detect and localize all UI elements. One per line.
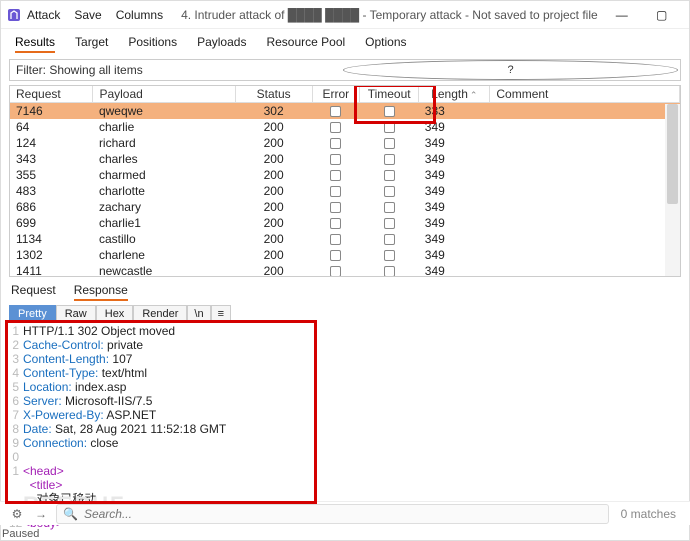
tab-payloads[interactable]: Payloads [197,33,246,53]
code-line: 1HTTP/1.1 302 Object moved [9,324,681,338]
code-line: 9Connection: close [9,436,681,450]
tab-options[interactable]: Options [365,33,406,53]
col-length[interactable]: Length⌃ [419,86,490,103]
timeout-checkbox [384,234,395,245]
close-button[interactable]: ✕ [684,4,690,26]
col-status[interactable]: Status [235,86,312,103]
tab-results[interactable]: Results [15,33,55,53]
code-line: 4Content-Type: text/html [9,366,681,380]
filter-bar[interactable]: Filter: Showing all items ? [9,59,681,81]
table-row[interactable]: 64charlie200349 [10,119,680,135]
respview-pretty[interactable]: Pretty [9,305,56,322]
timeout-checkbox [384,106,395,117]
error-checkbox [330,266,341,277]
response-panel: REEBUF 1HTTP/1.1 302 Object moved2Cache-… [9,322,681,530]
col-comment[interactable]: Comment [490,86,680,103]
col-request[interactable]: Request [10,86,93,103]
col-payload[interactable]: Payload [93,86,235,103]
detail-tabs: Request Response [1,277,689,301]
table-row[interactable]: 124richard200349 [10,135,680,151]
menu-attack[interactable]: Attack [27,8,60,22]
error-checkbox [330,138,341,149]
match-count: 0 matches [615,507,682,521]
code-line: 2Cache-Control: private [9,338,681,352]
titlebar: Attack Save Columns 4. Intruder attack o… [1,1,689,29]
window-controls: — ▢ ✕ [604,4,690,26]
app-icon [7,7,21,23]
error-checkbox [330,234,341,245]
table-row[interactable]: 1411newcastle200349 [10,263,680,277]
table-row[interactable]: 699charlie1200349 [10,215,680,231]
minimize-button[interactable]: — [604,4,640,26]
col-timeout[interactable]: Timeout [360,86,419,103]
timeout-checkbox [384,154,395,165]
code-line: 8Date: Sat, 28 Aug 2021 11:52:18 GMT [9,422,681,436]
maximize-button[interactable]: ▢ [644,4,680,26]
table-row[interactable]: 483charlotte200349 [10,183,680,199]
table-row[interactable]: 1134castillo200349 [10,231,680,247]
respview-menu[interactable]: ≡ [211,305,231,322]
code-line: 6Server: Microsoft-IIS/7.5 [9,394,681,408]
tab-positions[interactable]: Positions [128,33,177,53]
window-title: 4. Intruder attack of ████ ████ - Tempor… [181,8,598,22]
menu-bar: Attack Save Columns [27,8,163,22]
menu-columns[interactable]: Columns [116,8,163,22]
search-box[interactable]: 🔍 [56,504,609,524]
respview-render[interactable]: Render [133,305,187,322]
timeout-checkbox [384,186,395,197]
table-row[interactable]: 343charles200349 [10,151,680,167]
respview-raw[interactable]: Raw [56,305,96,322]
timeout-checkbox [384,170,395,181]
timeout-checkbox [384,218,395,229]
filter-text: Filter: Showing all items [10,63,343,77]
error-checkbox [330,218,341,229]
code-line: 5Location: index.asp [9,380,681,394]
main-tabs: Results Target Positions Payloads Resource P… [1,29,689,53]
timeout-checkbox [384,202,395,213]
status-bar: ⚙ → 🔍 0 matches [0,501,690,525]
error-checkbox [330,122,341,133]
results-grid: RequestPayloadStatusErrorTimeoutLength⌃C… [9,85,681,277]
response-view-buttons: PrettyRawHexRender\n≡ [1,301,689,322]
code-line: <title> [9,478,681,492]
table-row[interactable]: 7146qweqwe302333 [10,103,680,120]
help-icon[interactable]: ? [343,60,678,80]
respview-newline[interactable]: \n [187,305,210,322]
subtab-request[interactable]: Request [11,283,56,301]
paused-label: Paused [2,528,39,540]
error-checkbox [330,170,341,181]
settings-gear-icon[interactable]: ⚙ [8,505,26,523]
tab-target[interactable]: Target [75,33,108,53]
table-row[interactable]: 1302charlene200349 [10,247,680,263]
error-checkbox [330,106,341,117]
search-input[interactable] [84,507,602,521]
search-icon: 🔍 [63,507,78,521]
code-line: 7X-Powered-By: ASP.NET [9,408,681,422]
error-checkbox [330,186,341,197]
response-code[interactable]: 1HTTP/1.1 302 Object moved2Cache-Control… [9,322,681,502]
tab-resource-pool[interactable]: Resource Pool [266,33,345,53]
timeout-checkbox [384,122,395,133]
timeout-checkbox [384,266,395,277]
code-line: 1<head> [9,464,681,478]
go-arrow-icon[interactable]: → [32,505,50,523]
error-checkbox [330,154,341,165]
grid-header-row: RequestPayloadStatusErrorTimeoutLength⌃C… [10,86,680,103]
respview-hex[interactable]: Hex [96,305,134,322]
timeout-checkbox [384,250,395,261]
code-line: 0 [9,450,681,464]
timeout-checkbox [384,138,395,149]
grid-scrollbar[interactable] [665,104,680,276]
error-checkbox [330,202,341,213]
col-error[interactable]: Error [312,86,359,103]
subtab-response[interactable]: Response [74,283,128,301]
table-row[interactable]: 355charmed200349 [10,167,680,183]
error-checkbox [330,250,341,261]
menu-save[interactable]: Save [74,8,101,22]
table-row[interactable]: 686zachary200349 [10,199,680,215]
code-line: 3Content-Length: 107 [9,352,681,366]
